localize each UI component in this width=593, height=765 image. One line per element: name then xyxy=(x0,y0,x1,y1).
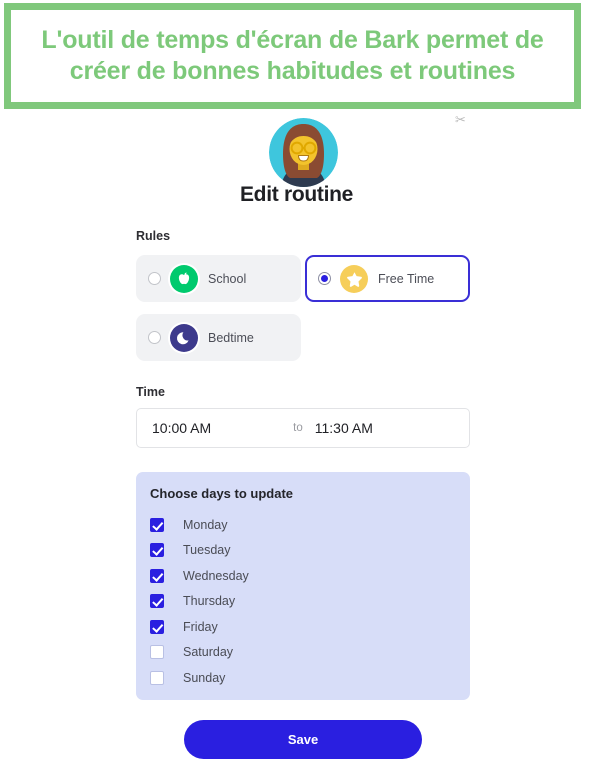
time-range-field[interactable]: 10:00 AM to 11:30 AM xyxy=(136,408,470,448)
header-callout-box: L'outil de temps d'écran de Bark permet … xyxy=(4,3,581,109)
checkbox-thursday[interactable] xyxy=(150,594,164,609)
save-button[interactable]: Save xyxy=(184,720,422,759)
radio-school[interactable] xyxy=(148,272,161,285)
checkbox-wednesday[interactable] xyxy=(150,568,164,583)
rule-label-bedtime: Bedtime xyxy=(208,330,254,345)
rule-option-free-time[interactable]: Free Time xyxy=(305,255,470,302)
rule-label-school: School xyxy=(208,271,247,286)
apple-icon xyxy=(170,264,198,293)
choose-days-title: Choose days to update xyxy=(150,486,294,501)
day-label-thursday: Thursday xyxy=(183,594,236,609)
rule-label-free-time: Free Time xyxy=(378,271,435,286)
header-callout-text: L'outil de temps d'écran de Bark permet … xyxy=(41,26,544,85)
choose-days-panel: Choose days to update Monday Tuesday Wed… xyxy=(136,472,470,700)
day-row-monday[interactable]: Monday xyxy=(150,512,470,538)
day-label-friday: Friday xyxy=(183,619,218,634)
checkbox-saturday[interactable] xyxy=(150,645,164,660)
girl-with-glasses-avatar xyxy=(269,118,338,187)
day-row-friday[interactable]: Friday xyxy=(150,614,470,640)
time-start-input[interactable]: 10:00 AM xyxy=(152,420,211,436)
time-separator-label: to xyxy=(293,422,303,434)
day-label-tuesday: Tuesday xyxy=(183,543,231,558)
rules-options-group: School Free Time Bedtime xyxy=(136,255,470,361)
avatar xyxy=(269,118,338,187)
day-label-sunday: Sunday xyxy=(183,670,226,685)
rules-section-label: Rules xyxy=(136,229,171,243)
rule-option-school[interactable]: School xyxy=(136,255,301,302)
page-title: Edit routine xyxy=(239,183,354,206)
checkbox-friday[interactable] xyxy=(150,619,164,634)
time-end-input[interactable]: 11:30 AM xyxy=(315,420,373,436)
day-label-monday: Monday xyxy=(183,517,228,532)
checkbox-tuesday[interactable] xyxy=(150,543,164,558)
scissors-handle-icon: ✂ xyxy=(455,112,466,127)
radio-free-time[interactable] xyxy=(318,272,331,285)
day-label-wednesday: Wednesday xyxy=(183,568,249,583)
day-row-tuesday[interactable]: Tuesday xyxy=(150,538,470,564)
day-row-saturday[interactable]: Saturday xyxy=(150,640,470,666)
day-row-wednesday[interactable]: Wednesday xyxy=(150,563,470,589)
day-row-thursday[interactable]: Thursday xyxy=(150,589,470,615)
moon-icon xyxy=(170,323,198,352)
radio-bedtime[interactable] xyxy=(148,331,161,344)
checkbox-sunday[interactable] xyxy=(150,670,164,685)
day-row-sunday[interactable]: Sunday xyxy=(150,665,470,691)
day-label-saturday: Saturday xyxy=(183,645,234,660)
checkbox-monday[interactable] xyxy=(150,517,164,532)
rule-option-bedtime[interactable]: Bedtime xyxy=(136,314,301,361)
star-icon xyxy=(340,264,368,293)
time-section-label: Time xyxy=(136,385,165,399)
